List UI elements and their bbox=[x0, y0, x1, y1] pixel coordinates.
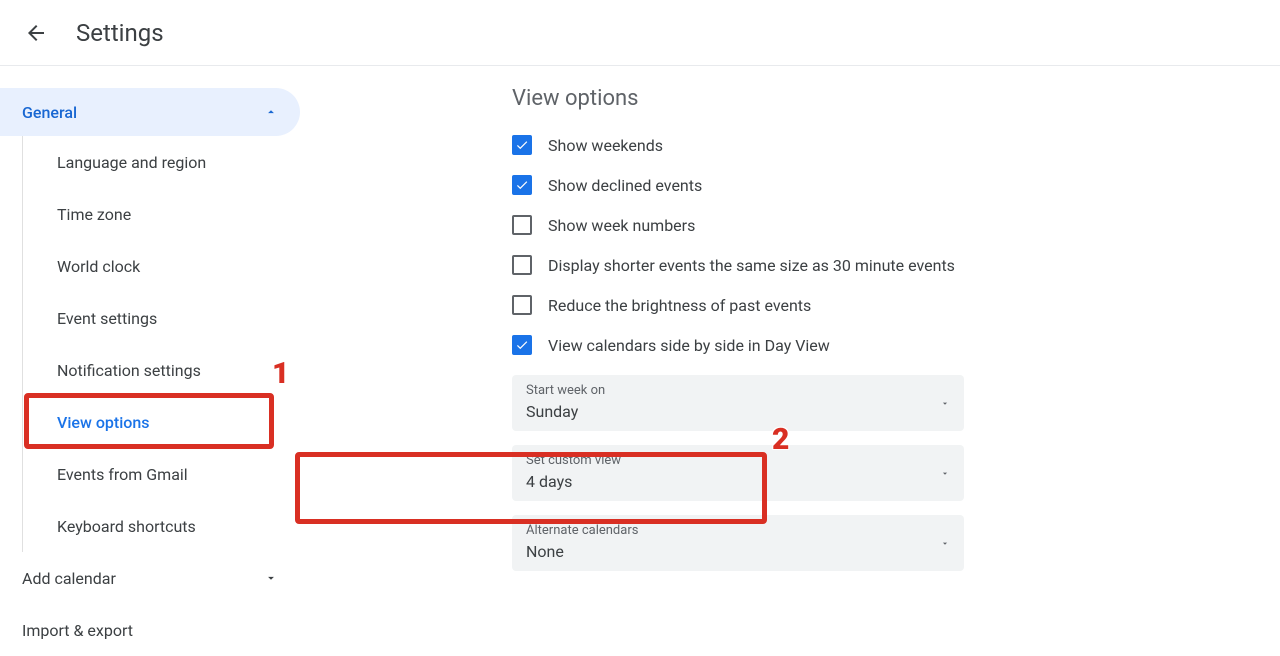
sidebar-sublist: Language and region Time zone World cloc… bbox=[22, 136, 300, 552]
sidebar-item-event-settings[interactable]: Event settings bbox=[53, 292, 300, 344]
dropdown-label: Set custom view bbox=[526, 453, 950, 468]
checkbox-show-declined[interactable]: Show declined events bbox=[512, 175, 1280, 195]
sidebar-item-events-from-gmail[interactable]: Events from Gmail bbox=[53, 448, 300, 500]
sidebar-section-general[interactable]: General bbox=[0, 88, 300, 136]
sidebar-item-language[interactable]: Language and region bbox=[53, 136, 300, 188]
checkbox-icon[interactable] bbox=[512, 175, 532, 195]
caret-down-icon bbox=[940, 394, 950, 413]
dropdown-value: 4 days bbox=[526, 472, 950, 491]
checkbox-show-weekends[interactable]: Show weekends bbox=[512, 135, 1280, 155]
sidebar-item-worldclock[interactable]: World clock bbox=[53, 240, 300, 292]
sidebar: General Language and region Time zone Wo… bbox=[0, 66, 300, 655]
sidebar-item-import-export[interactable]: Import & export bbox=[22, 604, 300, 656]
main-panel: View options Show weekends Show declined… bbox=[300, 66, 1280, 655]
header: Settings bbox=[0, 0, 1280, 66]
caret-down-icon bbox=[940, 464, 950, 483]
sidebar-item-view-options[interactable]: View options bbox=[53, 396, 300, 448]
sidebar-item-add-calendar[interactable]: Add calendar bbox=[22, 552, 300, 604]
checkbox-icon[interactable] bbox=[512, 135, 532, 155]
checkbox-shorter-events[interactable]: Display shorter events the same size as … bbox=[512, 255, 1280, 275]
sidebar-item-timezone[interactable]: Time zone bbox=[53, 188, 300, 240]
sidebar-item-notification-settings[interactable]: Notification settings bbox=[53, 344, 300, 396]
checkbox-icon[interactable] bbox=[512, 255, 532, 275]
checkbox-icon[interactable] bbox=[512, 295, 532, 315]
dropdowns: Start week on Sunday Set custom view 4 d… bbox=[512, 375, 1280, 571]
dropdown-start-week[interactable]: Start week on Sunday bbox=[512, 375, 964, 431]
dropdown-label: Alternate calendars bbox=[526, 523, 950, 538]
sidebar-section-label: General bbox=[22, 103, 77, 122]
dropdown-value: None bbox=[526, 542, 950, 561]
dropdown-value: Sunday bbox=[526, 402, 950, 421]
content: General Language and region Time zone Wo… bbox=[0, 66, 1280, 655]
back-arrow-icon[interactable] bbox=[24, 21, 48, 45]
dropdown-custom-view[interactable]: Set custom view 4 days bbox=[512, 445, 964, 501]
checkbox-show-week-numbers[interactable]: Show week numbers bbox=[512, 215, 1280, 235]
chevron-down-icon bbox=[264, 571, 278, 585]
dropdown-alternate-calendars[interactable]: Alternate calendars None bbox=[512, 515, 964, 571]
chevron-up-icon bbox=[264, 105, 278, 119]
checkbox-icon[interactable] bbox=[512, 335, 532, 355]
section-title: View options bbox=[512, 86, 1280, 111]
caret-down-icon bbox=[940, 534, 950, 553]
dropdown-label: Start week on bbox=[526, 383, 950, 398]
sidebar-bottom: Add calendar Import & export bbox=[0, 552, 300, 656]
sidebar-item-keyboard-shortcuts[interactable]: Keyboard shortcuts bbox=[53, 500, 300, 552]
checkbox-side-by-side[interactable]: View calendars side by side in Day View bbox=[512, 335, 1280, 355]
checkbox-reduce-brightness[interactable]: Reduce the brightness of past events bbox=[512, 295, 1280, 315]
page-title: Settings bbox=[76, 19, 164, 47]
checkbox-icon[interactable] bbox=[512, 215, 532, 235]
